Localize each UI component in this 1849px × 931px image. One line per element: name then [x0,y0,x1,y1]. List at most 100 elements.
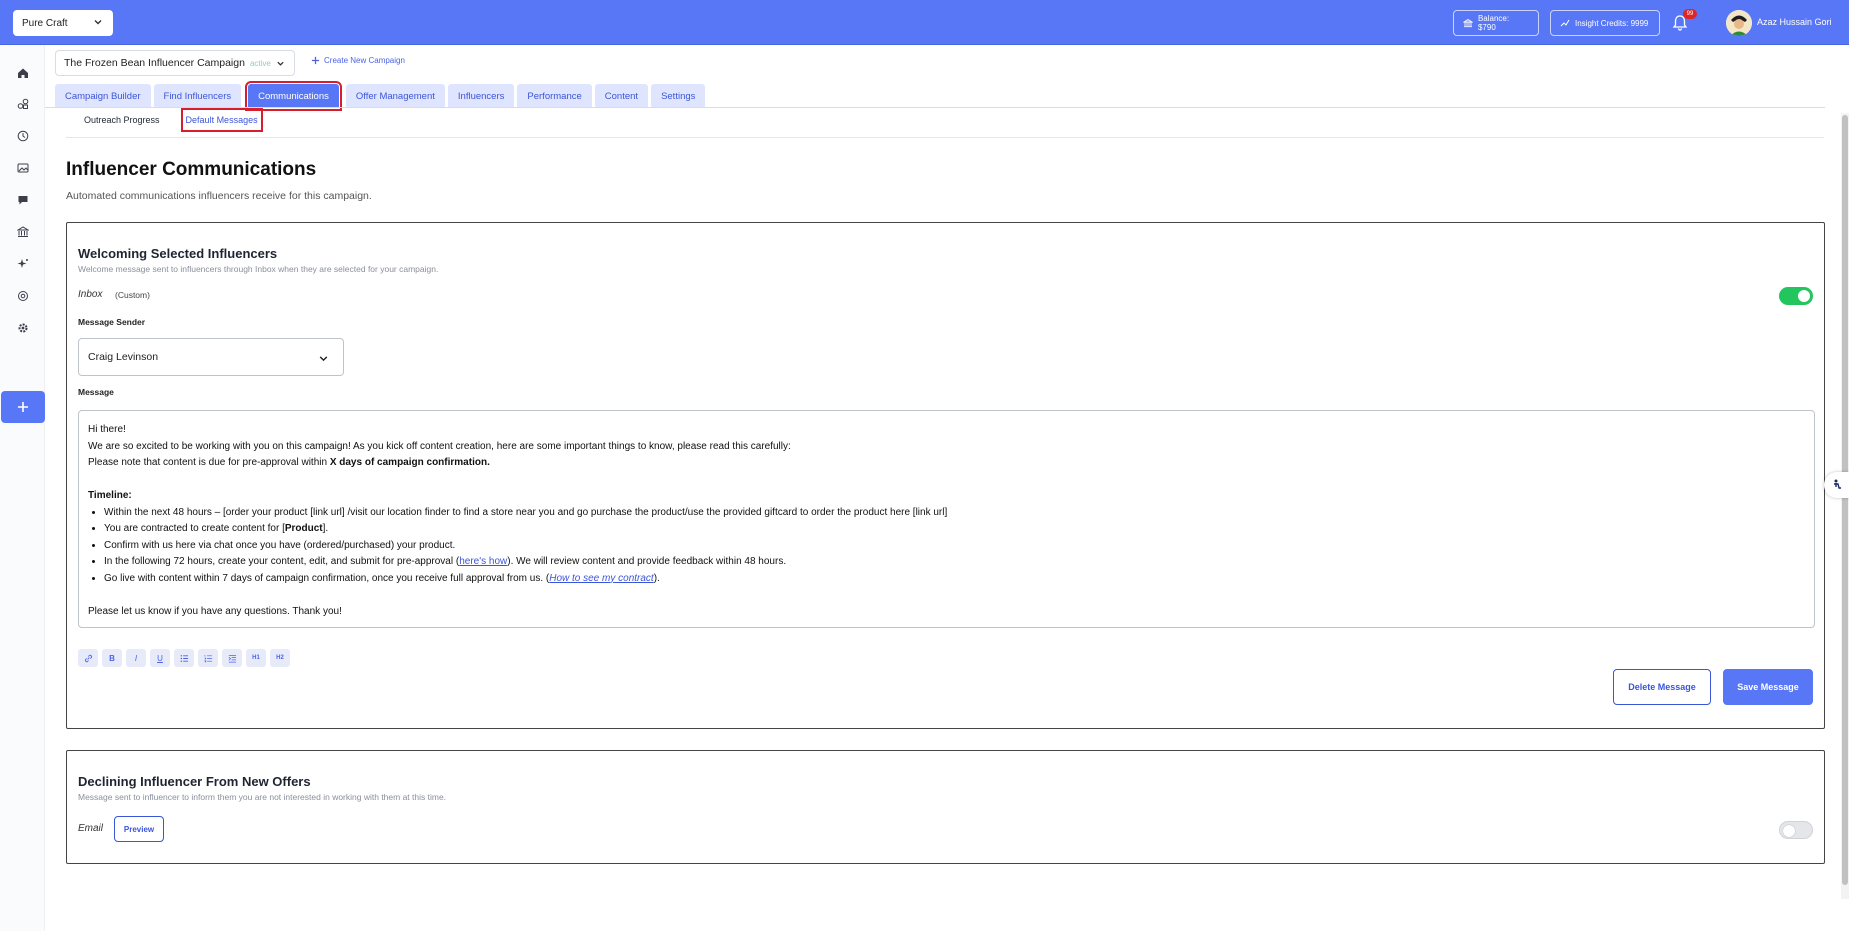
plus-icon [311,56,320,65]
channel-label: Inbox [78,289,103,300]
decline-card-title: Declining Influencer From New Offers [78,774,311,789]
insight-credits-pill[interactable]: Insight Credits: 9999 [1550,10,1660,36]
brand-name: Pure Craft [22,17,68,29]
heading-1-icon[interactable]: H1 [246,649,266,667]
accessibility-widget[interactable] [1824,472,1849,498]
bank-icon[interactable] [15,224,31,240]
message-sender-value: Craig Levinson [88,351,159,363]
welcome-enabled-toggle[interactable] [1779,287,1813,305]
delete-message-button[interactable]: Delete Message [1613,669,1711,705]
heres-how-link[interactable]: here's how [459,556,507,567]
preview-button[interactable]: Preview [114,816,164,842]
message-sender-label: Message Sender [78,317,146,327]
welcome-card-description: Welcome message sent to influencers thro… [78,264,439,274]
welcome-message-card: Welcoming Selected Influencers Welcome m… [66,222,1825,729]
balance-pill[interactable]: Balance: $790 [1453,10,1539,36]
page-subtitle: Automated communications influencers rec… [66,190,372,202]
list-item: Confirm with us here via chat once you h… [104,538,1805,555]
accessibility-icon [1833,479,1841,489]
decline-enabled-toggle[interactable] [1779,821,1813,839]
campaign-select[interactable]: The Frozen Bean Influencer Campaign acti… [55,50,295,76]
page-scrollbar[interactable] [1841,113,1849,899]
message-closing: Please let us know if you have any quest… [88,605,342,617]
message-note-text: Please note that content is due for pre-… [88,457,330,468]
user-name: Azaz Hussain Gori [1757,17,1832,27]
tab-content[interactable]: Content [594,84,649,108]
home-icon[interactable] [15,65,31,81]
chat-icon[interactable] [15,192,31,208]
toggle-knob [1798,290,1810,302]
toggle-knob [1783,825,1795,837]
subtab-outreach-progress[interactable]: Outreach Progress [84,113,160,127]
brand-select[interactable]: Pure Craft [13,10,113,36]
list-item-text: Go live with content within 7 days of ca… [104,572,550,584]
list-item: In the following 72 hours, create your c… [104,554,1805,571]
tab-settings[interactable]: Settings [651,84,706,108]
link-icon[interactable] [78,649,98,667]
message-note-bold: X days of campaign confirmation. [329,457,490,468]
tab-performance[interactable]: Performance [517,84,592,108]
avatar[interactable] [1726,10,1752,36]
message-editor[interactable]: Hi there! We are so excited to be workin… [78,410,1815,628]
history-icon[interactable] [15,128,31,144]
scrollbar-thumb[interactable] [1842,115,1848,885]
list-item-text: In the following 72 hours, create your c… [104,556,460,567]
balance-text: Balance: $790 [1477,14,1510,32]
message-note: Please note that content is due for pre-… [88,455,1805,472]
bulleted-list-icon[interactable] [174,649,194,667]
save-message-button[interactable]: Save Message [1723,669,1813,705]
chevron-down-icon [319,356,328,362]
left-sidebar [0,45,45,931]
heading-2-icon[interactable]: H2 [270,649,290,667]
tab-communications[interactable]: Communications [245,81,342,111]
settings-icon[interactable] [15,288,31,304]
list-item: Go live with content within 7 days of ca… [104,571,1805,588]
list-item-text: ). We will review content and provide fe… [507,556,787,567]
list-item: Within the next 48 hours – [order your p… [104,505,1805,522]
create-new-campaign-link[interactable]: Create New Campaign [311,56,405,65]
gear-icon[interactable] [15,320,31,336]
message-sender-select[interactable]: Craig Levinson [78,338,344,376]
tab-influencers[interactable]: Influencers [447,84,515,108]
campaign-status: active [249,58,271,68]
subtab-default-messages[interactable]: Default Messages [180,108,263,132]
tab-campaign-builder[interactable]: Campaign Builder [55,84,151,108]
campaign-name: The Frozen Bean Influencer Campaign [64,57,245,69]
message-intro: We are so excited to be working with you… [88,440,791,452]
timeline-list: Within the next 48 hours – [order your p… [88,505,1805,588]
chevron-down-icon [94,20,102,25]
communications-subtabs: Outreach Progress Default Messages [84,108,263,132]
decline-card-description: Message sent to influencer to inform the… [78,792,447,802]
indent-icon[interactable] [222,649,242,667]
custom-tag: (Custom) [115,290,150,300]
channel-label: Email [78,823,104,834]
numbered-list-icon[interactable] [198,649,218,667]
ai-sparkle-icon[interactable] [15,256,31,272]
bank-icon [1463,18,1473,28]
list-item-text: ). [653,572,660,584]
notification-badge: 99 [1683,9,1697,19]
timeline-heading-text: Timeline: [88,490,132,501]
add-button[interactable] [1,391,45,423]
tab-offer-management[interactable]: Offer Management [345,84,445,108]
italic-icon[interactable]: I [126,649,146,667]
contract-link[interactable]: How to see my contract [549,573,653,584]
tab-find-influencers[interactable]: Find Influencers [153,84,242,108]
underline-icon[interactable]: U [150,649,170,667]
list-item: You are contracted to create content for… [104,521,1805,538]
influencers-icon[interactable] [15,96,31,112]
decline-message-card: Declining Influencer From New Offers Mes… [66,750,1825,864]
message-greeting: Hi there! [88,424,126,435]
page-title: Influencer Communications [66,159,317,180]
create-new-campaign-label: Create New Campaign [324,56,405,65]
timeline-heading: Timeline: [88,488,1805,505]
top-bar: Pure Craft Balance: $790 Insight Credits… [0,0,1849,45]
bold-icon[interactable]: B [102,649,122,667]
media-icon[interactable] [15,160,31,176]
user-avatar-icon [1726,10,1752,36]
chevron-down-icon [277,61,284,66]
chart-trend-icon [1560,19,1570,27]
plus-icon [18,402,28,412]
